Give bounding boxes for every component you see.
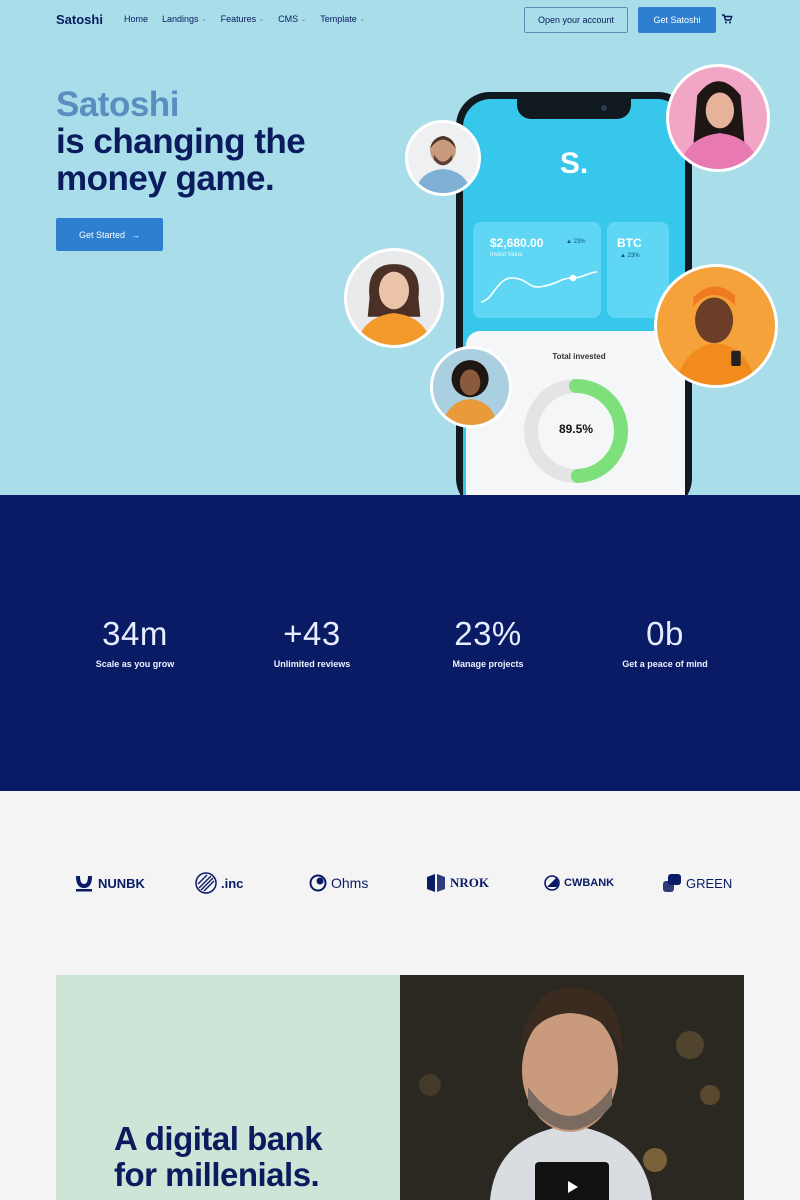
hero-brand-word: Satoshi [56,85,179,124]
chevron-down-icon: ⌄ [301,16,307,23]
logo-text: CWBANK [564,877,615,889]
hero-line-3: money game. [56,159,275,198]
invest-value-label: Invest Value [490,252,523,258]
stat-label: Manage projects [452,659,524,669]
stat-item: +43 Unlimited reviews [222,615,402,669]
stat-label: Scale as you grow [95,659,175,669]
phone-notch [517,99,631,119]
chevron-down-icon: ⌄ [259,16,265,23]
feature-section: A digital bank for millenials. [56,975,744,1200]
avatar-man-bearded [405,120,481,196]
stat-item: 0b Get a peace of mind [575,615,755,669]
menu-item-label: Template [320,14,357,24]
menu-item-cms[interactable]: CMS ⌄ [278,14,306,24]
chevron-down-icon: ⌄ [201,16,207,23]
hero-section: Satoshi Home Landings ⌄ Features ⌄ CMS ⌄ Te… [0,0,800,495]
stat-label: Get a peace of mind [622,659,708,669]
menu-item-label: CMS [278,14,299,24]
chevron-down-icon: ⌄ [359,16,365,23]
logo-green: GREEN [662,871,732,895]
partner-logos: NUNBK .inc Ohms NROK CWBANK GREEN [0,791,800,975]
logo-text: GREEN [686,875,733,891]
top-nav: Satoshi Home Landings ⌄ Features ⌄ CMS ⌄ Te… [0,0,800,40]
donut-value: 89.5% [558,422,594,436]
get-started-button[interactable]: Get Started → [56,218,163,251]
stat-value: 0b [646,615,684,652]
feature-video[interactable] [400,975,744,1200]
ohms-icon [309,874,327,892]
stat-item: 34m Scale as you grow [45,615,225,669]
logo-cwbank: CWBANK [544,871,614,895]
open-account-button[interactable]: Open your account [524,7,628,33]
arrow-right-icon: → [131,229,141,240]
menu-item-label: Landings [162,14,199,24]
stat-item: 23% Manage projects [398,615,578,669]
avatar-man-phone [654,264,778,388]
avatar-woman-orange [344,248,444,348]
phone-mockup: S. $2,680.00 Invest Value ▲ 23% BTC ▲ 23… [456,92,692,495]
striped-globe-icon [195,872,217,894]
stat-value: 34m [102,615,168,652]
menu-item-landings[interactable]: Landings ⌄ [162,14,207,24]
btc-pct-value: 23% [627,253,640,259]
menu-item-label: Home [124,14,149,24]
get-started-label: Get Started [78,229,126,240]
logo-ohms: Ohms [309,871,368,895]
invest-pct: ▲ 23% [566,239,586,245]
main-menu: Home Landings ⌄ Features ⌄ CMS ⌄ Template ⌄ [124,14,365,24]
logo-inc: .inc [195,871,243,895]
hero-line-2: is changing the [56,122,306,161]
logo-nunbk: NUNBK [74,871,145,895]
cart-icon[interactable] [721,13,733,25]
feature-title-line-2: for millenials. [114,1156,320,1193]
menu-item-template[interactable]: Template ⌄ [320,14,365,24]
get-satoshi-button[interactable]: Get Satoshi [638,7,716,33]
menu-item-features[interactable]: Features ⌄ [221,14,265,24]
btc-pct: ▲ 23% [620,253,640,259]
avatar-woman-pink [666,64,770,172]
logo-text: NUNBK [98,875,145,891]
menu-item-label: Features [220,14,257,24]
stats-section: 34m Scale as you grow +43 Unlimited revi… [0,495,800,791]
play-icon [568,1181,578,1193]
logo-text: NROK [450,875,489,890]
btc-label: BTC [617,236,642,250]
app-logo: S. [559,147,589,180]
phone-screen: S. $2,680.00 Invest Value ▲ 23% BTC ▲ 23… [463,99,685,495]
avatar-woman-curly [430,346,512,428]
play-button[interactable] [535,1162,609,1200]
nunbk-icon [76,876,92,892]
stat-value: +43 [283,615,341,652]
chart-point [569,274,577,282]
stat-label: Unlimited reviews [273,659,351,669]
nrok-icon [427,874,445,892]
invest-line-chart [480,271,598,303]
brand-logo[interactable]: Satoshi [56,12,103,27]
feature-text-panel: A digital bank for millenials. [56,975,400,1200]
camera-icon [601,105,607,111]
logo-text: Ohms [331,875,369,891]
logo-nrok: NROK [426,871,489,895]
invest-value: $2,680.00 [490,236,544,250]
stat-value: 23% [454,615,522,652]
invest-pct-value: 23% [573,239,586,245]
logo-text: .inc [221,875,244,891]
invest-value-card: $2,680.00 Invest Value ▲ 23% [473,222,601,318]
green-icon [663,874,681,892]
cwbank-icon [544,875,560,891]
feature-title-line-1: A digital bank [114,1120,323,1157]
menu-item-home[interactable]: Home [124,14,148,24]
